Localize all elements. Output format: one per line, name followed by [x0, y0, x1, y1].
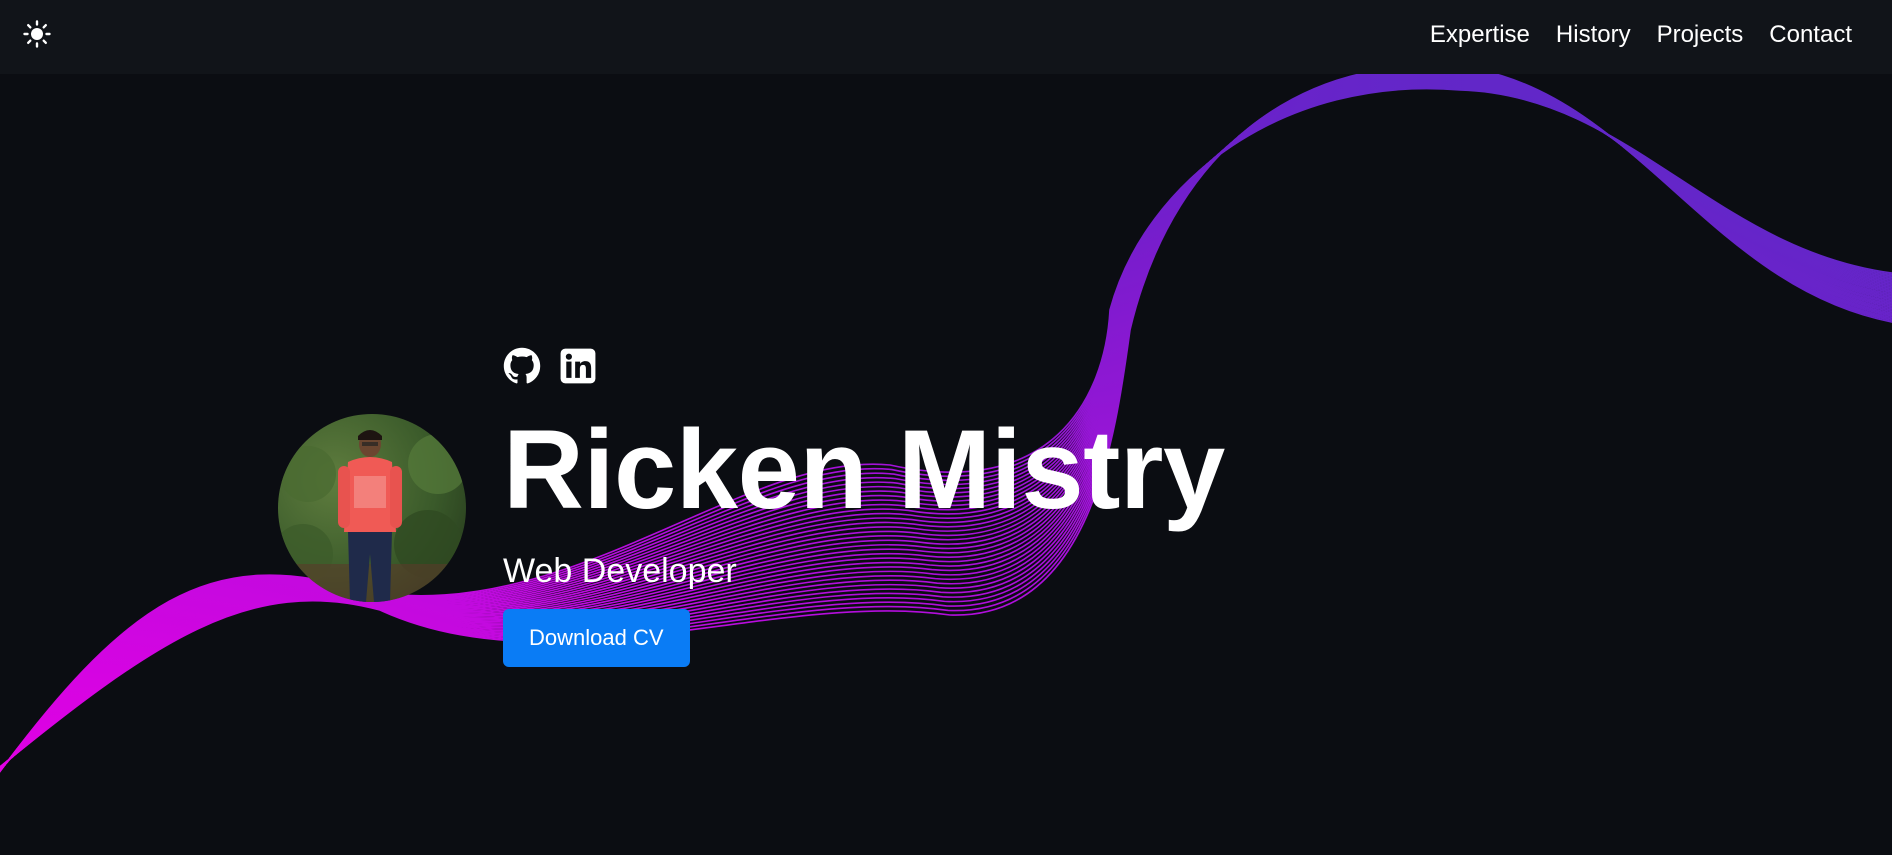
nav-link-expertise[interactable]: Expertise — [1430, 21, 1530, 49]
avatar-photo — [278, 414, 466, 602]
nav-link-history[interactable]: History — [1556, 21, 1631, 49]
navbar: Expertise History Projects Contact — [0, 0, 1892, 74]
download-cv-button[interactable]: Download CV — [503, 609, 690, 667]
github-link[interactable] — [503, 347, 541, 385]
theme-toggle-button[interactable] — [20, 17, 54, 51]
hero-name: Ricken Mistry — [503, 407, 1225, 532]
nav-links: Expertise History Projects Contact — [1430, 0, 1852, 70]
avatar — [278, 414, 466, 602]
github-icon — [503, 347, 541, 384]
page: Expertise History Projects Contact Ricke… — [0, 0, 1892, 855]
nav-link-contact[interactable]: Contact — [1769, 21, 1852, 49]
hero-subtitle: Web Developer — [503, 552, 737, 590]
linkedin-icon — [560, 348, 596, 384]
linkedin-link[interactable] — [559, 347, 597, 385]
sun-icon — [23, 20, 51, 48]
hero-section: Ricken Mistry Web Developer Download CV — [503, 343, 1225, 667]
nav-link-projects[interactable]: Projects — [1657, 21, 1744, 49]
social-links — [503, 343, 1225, 389]
